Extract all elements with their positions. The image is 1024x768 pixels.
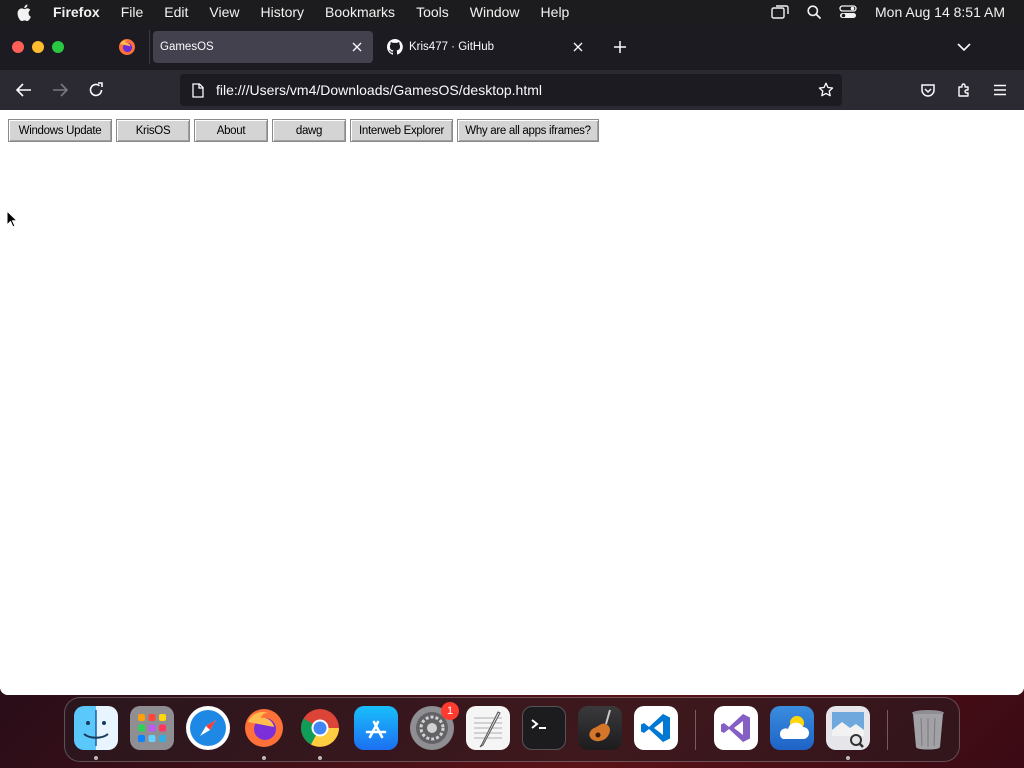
- safari-icon[interactable]: [186, 706, 230, 750]
- tab-github[interactable]: Kris477 · GitHub: [380, 31, 594, 63]
- screen-mirroring-icon[interactable]: [769, 4, 791, 20]
- pinned-tab-firefox[interactable]: [112, 32, 142, 62]
- tab-gamesos[interactable]: GamesOS: [153, 31, 373, 63]
- page-document-icon[interactable]: [190, 82, 206, 98]
- menu-edit[interactable]: Edit: [164, 4, 188, 20]
- extensions-button[interactable]: [954, 80, 974, 100]
- windows-update-button[interactable]: Windows Update: [8, 119, 112, 142]
- github-icon: [387, 39, 403, 55]
- why-iframes-button[interactable]: Why are all apps iframes?: [457, 119, 599, 142]
- list-all-tabs-button[interactable]: [954, 37, 974, 57]
- app-store-icon[interactable]: [354, 706, 398, 750]
- menu-history[interactable]: History: [260, 4, 304, 20]
- menu-app-name[interactable]: Firefox: [53, 4, 100, 20]
- firefox-window: GamesOS Kris477 · GitHub file:///Users/v…: [0, 24, 1024, 695]
- finder-icon[interactable]: [74, 706, 118, 750]
- dock-separator: [695, 710, 696, 750]
- forward-button[interactable]: [50, 80, 70, 100]
- dawg-button[interactable]: dawg: [272, 119, 346, 142]
- krisos-button[interactable]: KrisOS: [116, 119, 190, 142]
- preview-running-indicator: [846, 756, 850, 760]
- dock: 1: [64, 697, 960, 762]
- mouse-cursor-icon: [6, 210, 18, 228]
- desktop-button-bar: Windows Update KrisOS About dawg Interwe…: [8, 119, 603, 142]
- reload-button[interactable]: [86, 80, 106, 100]
- tab-title: GamesOS: [160, 41, 214, 53]
- zoom-window-button[interactable]: [52, 41, 64, 53]
- finder-running-indicator: [94, 756, 98, 760]
- minimize-window-button[interactable]: [32, 41, 44, 53]
- arrow-right-icon: [53, 83, 68, 97]
- settings-notification-badge: 1: [441, 702, 459, 720]
- weather-icon[interactable]: [770, 706, 814, 750]
- textedit-icon[interactable]: [466, 706, 510, 750]
- tab-strip: GamesOS Kris477 · GitHub: [0, 24, 1024, 70]
- about-button[interactable]: About: [194, 119, 268, 142]
- spotlight-search-icon[interactable]: [803, 4, 825, 20]
- dock-separator: [887, 710, 888, 750]
- control-center-icon[interactable]: [837, 4, 859, 20]
- arrow-left-icon: [16, 83, 31, 97]
- page-content: Windows Update KrisOS About dawg Interwe…: [0, 110, 1024, 695]
- visual-studio-icon[interactable]: [714, 706, 758, 750]
- menu-bookmarks[interactable]: Bookmarks: [325, 4, 395, 20]
- window-controls: [12, 41, 72, 53]
- menu-clock[interactable]: Mon Aug 14 8:51 AM: [875, 4, 1005, 20]
- chevron-down-icon: [957, 43, 971, 52]
- macos-menu-bar: Firefox File Edit View History Bookmarks…: [0, 0, 1024, 24]
- url-bar[interactable]: file:///Users/vm4/Downloads/GamesOS/desk…: [180, 74, 842, 106]
- app-menu-button[interactable]: [990, 80, 1010, 100]
- firefox-running-indicator: [262, 756, 266, 760]
- google-chrome-icon[interactable]: [298, 706, 342, 750]
- menu-help[interactable]: Help: [541, 4, 570, 20]
- new-tab-button[interactable]: [610, 37, 630, 57]
- launchpad-icon[interactable]: [130, 706, 174, 750]
- close-tab-icon[interactable]: [349, 39, 365, 55]
- firefox-dock-icon[interactable]: [242, 706, 286, 750]
- tab-title: Kris477 · GitHub: [409, 41, 495, 53]
- chrome-running-indicator: [318, 756, 322, 760]
- menu-view[interactable]: View: [209, 4, 239, 20]
- garageband-icon[interactable]: [578, 706, 622, 750]
- hamburger-menu-icon: [994, 84, 1006, 96]
- plus-icon: [614, 41, 626, 53]
- interweb-explorer-button[interactable]: Interweb Explorer: [350, 119, 453, 142]
- terminal-icon[interactable]: [522, 706, 566, 750]
- reload-icon: [89, 82, 103, 97]
- tab-separator: [149, 30, 150, 64]
- trash-icon[interactable]: [906, 706, 950, 750]
- back-button[interactable]: [14, 80, 34, 100]
- url-text[interactable]: file:///Users/vm4/Downloads/GamesOS/desk…: [216, 82, 542, 98]
- navigation-toolbar: file:///Users/vm4/Downloads/GamesOS/desk…: [0, 70, 1024, 110]
- firefox-icon: [119, 39, 135, 55]
- apple-menu-icon[interactable]: [17, 4, 37, 21]
- menu-window[interactable]: Window: [470, 4, 520, 20]
- pocket-icon: [921, 84, 935, 97]
- bookmark-star-icon[interactable]: [816, 80, 836, 100]
- pocket-button[interactable]: [918, 80, 938, 100]
- close-window-button[interactable]: [12, 41, 24, 53]
- menu-tools[interactable]: Tools: [416, 4, 449, 20]
- menu-file[interactable]: File: [121, 4, 144, 20]
- preview-icon[interactable]: [826, 706, 870, 750]
- visual-studio-code-icon[interactable]: [634, 706, 678, 750]
- close-tab-icon[interactable]: [570, 39, 586, 55]
- puzzle-icon: [958, 83, 969, 97]
